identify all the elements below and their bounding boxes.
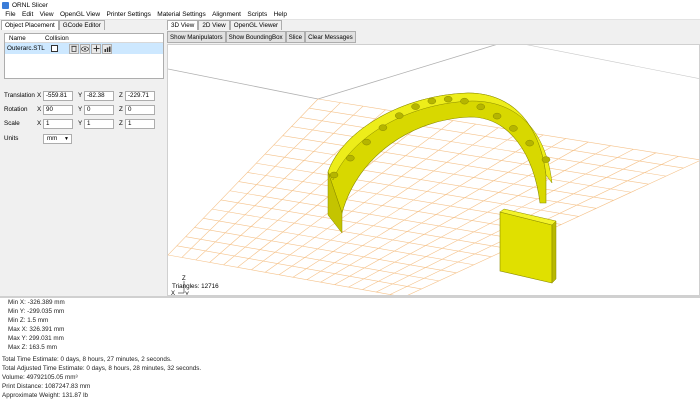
view-button-bar: Show Manipulators Show BoundingBox Slice… bbox=[167, 31, 356, 43]
grid-line bbox=[256, 162, 579, 217]
table-row[interactable]: Outerarc.STL bbox=[5, 43, 163, 54]
menu-edit[interactable]: Edit bbox=[19, 11, 37, 18]
collision-checkbox[interactable] bbox=[51, 45, 58, 52]
show-boundingbox-button[interactable]: Show BoundingBox bbox=[225, 31, 286, 43]
scale-row: Scale X 1 Y 1 Z 1 bbox=[4, 118, 158, 129]
wall-edge bbox=[317, 45, 497, 100]
arc-hole bbox=[346, 154, 355, 162]
build-plate-grid bbox=[168, 98, 699, 295]
output-line: Print Distance: 1087247.83 mm bbox=[2, 383, 91, 390]
triangle-count: Triangles: 12716 bbox=[172, 283, 219, 290]
menu-help[interactable]: Help bbox=[270, 11, 290, 18]
units-value: mm bbox=[47, 134, 58, 142]
menu-view[interactable]: View bbox=[36, 11, 56, 18]
left-tab-bar: Object Placement GCode Editor bbox=[1, 20, 105, 30]
output-line: Max Z: 163.5 mm bbox=[8, 344, 57, 351]
scale-y-input[interactable]: 1 bbox=[84, 118, 114, 129]
menu-printer-settings[interactable]: Printer Settings bbox=[103, 11, 154, 18]
arc-hole bbox=[329, 171, 339, 179]
units-row: Units mm ▼ bbox=[4, 133, 72, 144]
arc-hole bbox=[492, 112, 502, 120]
rotation-z-input[interactable]: 0 bbox=[125, 104, 155, 115]
translation-y-input[interactable]: -82.38 bbox=[84, 90, 114, 101]
arc-hole bbox=[476, 103, 485, 111]
rotation-row: Rotation X 90 Y 0 Z 0 bbox=[4, 104, 158, 115]
object-placement-panel: Name Collision Outerarc.STL Translation … bbox=[0, 30, 166, 295]
arc-hole bbox=[378, 124, 388, 131]
clear-messages-button[interactable]: Clear Messages bbox=[305, 31, 356, 43]
output-line: Max Y: 299.031 mm bbox=[8, 335, 64, 342]
header-collision: Collision bbox=[45, 35, 69, 42]
tab-object-placement[interactable]: Object Placement bbox=[1, 20, 59, 30]
output-console: Min X: -326.389 mm Min Y: -299.035 mm Mi… bbox=[0, 298, 700, 400]
output-line: Volume: 49792105.05 mm³ bbox=[2, 374, 78, 381]
arc-hole bbox=[395, 112, 404, 119]
menu-scripts[interactable]: Scripts bbox=[244, 11, 270, 18]
output-line: Total Adjusted Time Estimate: 0 days, 8 … bbox=[2, 365, 202, 372]
app-icon bbox=[2, 1, 9, 9]
scale-label: Scale bbox=[4, 120, 20, 127]
build-plate-scene: Z X Y bbox=[168, 45, 699, 295]
arc-hole bbox=[427, 97, 437, 105]
grid-line bbox=[168, 98, 319, 256]
view-area: 3D View 2D View OpenGL Viewer Show Manip… bbox=[166, 20, 700, 296]
title-bar: ORNL Slicer bbox=[0, 0, 700, 10]
output-line: Min Y: -299.035 mm bbox=[8, 308, 65, 315]
object-table: Name Collision Outerarc.STL bbox=[4, 33, 164, 79]
output-line: Min X: -326.389 mm bbox=[8, 299, 65, 306]
wall-edge bbox=[168, 68, 319, 100]
translation-z-input[interactable]: -229.71 bbox=[125, 90, 155, 101]
output-line: Total Time Estimate: 0 days, 8 hours, 27… bbox=[2, 356, 172, 363]
grid-line bbox=[220, 199, 509, 249]
show-manipulators-button[interactable]: Show Manipulators bbox=[167, 31, 226, 43]
chart-icon[interactable] bbox=[102, 43, 112, 54]
output-line: Min Z: 1.5 mm bbox=[8, 317, 49, 324]
menu-file[interactable]: File bbox=[2, 11, 19, 18]
delete-icon[interactable] bbox=[69, 43, 79, 54]
grid-line bbox=[229, 190, 527, 241]
arc-hole bbox=[411, 103, 420, 110]
view-tab-bar: 3D View 2D View OpenGL Viewer bbox=[167, 20, 283, 30]
menu-alignment[interactable]: Alignment bbox=[209, 11, 244, 18]
units-select[interactable]: mm ▼ bbox=[43, 133, 72, 144]
arc-hole bbox=[541, 156, 551, 163]
arc-hole bbox=[443, 95, 453, 103]
rotation-y-input[interactable]: 0 bbox=[84, 104, 114, 115]
tab-3d-view[interactable]: 3D View bbox=[167, 20, 199, 30]
arc-hole bbox=[509, 125, 518, 132]
menu-bar: File Edit View OpenGL View Printer Setti… bbox=[0, 10, 700, 20]
scale-x-input[interactable]: 1 bbox=[43, 118, 73, 129]
menu-opengl-view[interactable]: OpenGL View bbox=[57, 11, 103, 18]
header-name: Name bbox=[9, 35, 26, 42]
units-label: Units bbox=[4, 135, 19, 142]
arc-hole bbox=[525, 139, 534, 147]
arc-hole bbox=[362, 138, 371, 146]
output-line: Approximate Weight: 131.87 lb bbox=[2, 392, 88, 399]
window-title: ORNL Slicer bbox=[12, 1, 48, 9]
translation-label: Translation bbox=[4, 92, 35, 99]
rotation-label: Rotation bbox=[4, 106, 28, 113]
arc-hole bbox=[460, 97, 469, 105]
output-line: Max X: 326.391 mm bbox=[8, 326, 65, 333]
menu-material-settings[interactable]: Material Settings bbox=[154, 11, 209, 18]
grid-line bbox=[238, 181, 544, 233]
tab-gcode-editor[interactable]: GCode Editor bbox=[58, 20, 105, 30]
rotation-x-input[interactable]: 90 bbox=[43, 104, 73, 115]
grid-line bbox=[362, 148, 634, 290]
scale-z-input[interactable]: 1 bbox=[125, 118, 155, 129]
translation-x-input[interactable]: -559.81 bbox=[43, 90, 73, 101]
translation-row: Translation X -559.81 Y -82.38 Z -229.71 bbox=[4, 90, 158, 101]
tab-2d-view[interactable]: 2D View bbox=[198, 20, 230, 30]
slice-button[interactable]: Slice bbox=[285, 31, 306, 43]
gizmo-z-label: Z bbox=[182, 276, 186, 282]
visibility-eye-icon[interactable] bbox=[80, 43, 90, 54]
chevron-down-icon: ▼ bbox=[64, 135, 69, 142]
wall-edge bbox=[526, 45, 699, 79]
tab-opengl-viewer[interactable]: OpenGL Viewer bbox=[229, 20, 283, 30]
object-table-header: Name Collision bbox=[5, 34, 163, 43]
3d-viewport[interactable]: Z X Y bbox=[167, 44, 700, 296]
move-cross-icon[interactable] bbox=[91, 43, 101, 54]
grid-line bbox=[273, 144, 614, 201]
object-name: Outerarc.STL bbox=[7, 45, 45, 52]
